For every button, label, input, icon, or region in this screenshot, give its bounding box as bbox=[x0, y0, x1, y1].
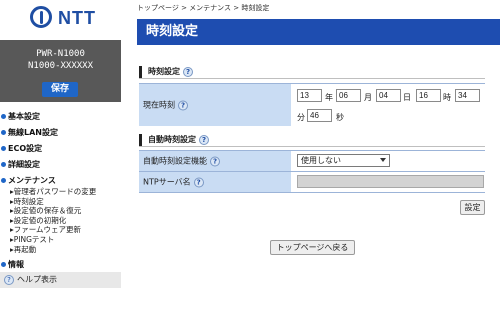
help-label: ヘルプ表示 bbox=[17, 275, 57, 284]
sidebar-item-label: 詳細設定 bbox=[8, 160, 40, 169]
label-cell: NTPサーバ名? bbox=[139, 172, 291, 192]
minute-unit: 分 bbox=[297, 113, 305, 122]
label-cell: 自動時刻設定機能? bbox=[139, 151, 291, 171]
section-label: 時刻設定? bbox=[139, 66, 193, 78]
bullet-icon bbox=[1, 146, 6, 151]
section-title: 時刻設定 bbox=[148, 67, 180, 76]
section-header-auto: 自動時刻設定? bbox=[139, 134, 485, 147]
year-input[interactable]: 13 bbox=[297, 89, 322, 102]
hour-unit: 時 bbox=[443, 93, 451, 102]
section-label: 自動時刻設定? bbox=[139, 134, 209, 146]
sidebar-item-label: 基本設定 bbox=[8, 112, 40, 121]
sidebar-item-info[interactable]: 情報 bbox=[0, 257, 121, 273]
device-model: PWR-N1000 bbox=[36, 49, 85, 59]
sidebar-item-label: メンテナンス bbox=[8, 176, 56, 185]
device-info-panel: PWR-N1000 N1000-XXXXXX 保存 bbox=[0, 40, 121, 102]
sidebar-item-label: ECO設定 bbox=[8, 144, 43, 153]
auto-func-label: 自動時刻設定機能 bbox=[143, 156, 207, 166]
auto-time-select[interactable]: 使用しない bbox=[297, 154, 390, 167]
help-icon[interactable]: ? bbox=[193, 177, 204, 187]
ntt-logo[interactable]: NTT bbox=[0, 0, 121, 40]
field-label: NTPサーバ名? bbox=[143, 177, 204, 188]
second-unit: 秒 bbox=[336, 113, 344, 122]
submenu-item-factory-reset[interactable]: ▸設定値の初期化 bbox=[10, 216, 121, 226]
sidebar-item-label: 無線LAN設定 bbox=[8, 128, 58, 137]
help-icon[interactable]: ? bbox=[178, 100, 188, 110]
value-cell: 使用しない bbox=[291, 151, 485, 171]
sidebar-nav: 基本設定 無線LAN設定 ECO設定 詳細設定 メンテナンス ▸管理者パスワード… bbox=[0, 109, 121, 273]
month-unit: 月 bbox=[364, 93, 372, 102]
current-time-label: 現在時刻 bbox=[143, 100, 175, 110]
save-button[interactable]: 保存 bbox=[42, 82, 78, 97]
current-time-row: 現在時刻? 13 年 06 月 04 日 16 時 34 分 46 秒 bbox=[139, 83, 485, 126]
second-input[interactable]: 46 bbox=[307, 109, 332, 122]
section-title: 自動時刻設定 bbox=[148, 135, 196, 144]
maintenance-submenu: ▸管理者パスワードの変更 ▸時刻設定 ▸設定値の保存＆復元 ▸設定値の初期化 ▸… bbox=[0, 187, 121, 254]
device-serial: N1000-XXXXXX bbox=[27, 61, 94, 71]
main-content: トップページ > メンテナンス > 時刻設定 時刻設定 時刻設定? 現在時刻? … bbox=[137, 0, 500, 325]
auto-time-func-row: 自動時刻設定機能? 使用しない bbox=[139, 150, 485, 171]
value-cell: 13 年 06 月 04 日 16 時 34 分 46 秒 bbox=[291, 84, 485, 126]
help-icon[interactable]: ? bbox=[183, 66, 193, 77]
ntp-server-row: NTPサーバ名? bbox=[139, 171, 485, 193]
bullet-icon bbox=[1, 262, 6, 268]
section-header-time: 時刻設定? bbox=[139, 66, 485, 79]
sidebar: NTT PWR-N1000 N1000-XXXXXX 保存 基本設定 無線LAN… bbox=[0, 0, 121, 325]
ntt-logo-icon bbox=[30, 6, 52, 28]
label-cell: 現在時刻? bbox=[139, 84, 291, 126]
year-unit: 年 bbox=[325, 93, 333, 102]
minute-input[interactable]: 34 bbox=[455, 89, 480, 102]
chevron-down-icon bbox=[380, 158, 386, 162]
sidebar-item-maintenance[interactable]: メンテナンス bbox=[0, 173, 121, 189]
selected-option: 使用しない bbox=[301, 156, 341, 165]
back-to-top-button[interactable]: トップページへ戻る bbox=[270, 240, 355, 255]
field-label: 自動時刻設定機能? bbox=[143, 156, 220, 167]
month-input[interactable]: 06 bbox=[336, 89, 361, 102]
ntp-server-input[interactable] bbox=[297, 175, 484, 188]
help-icon[interactable]: ? bbox=[210, 156, 220, 166]
bullet-icon bbox=[1, 162, 6, 167]
sidebar-item-eco[interactable]: ECO設定 bbox=[0, 141, 121, 157]
submenu-item-ping-test[interactable]: ▸PINGテスト bbox=[10, 235, 121, 245]
sidebar-item-wlan[interactable]: 無線LAN設定 bbox=[0, 125, 121, 141]
submenu-item-reboot[interactable]: ▸再起動 bbox=[10, 245, 121, 255]
submenu-item-firmware-update[interactable]: ▸ファームウェア更新 bbox=[10, 225, 121, 235]
value-cell bbox=[291, 172, 485, 192]
sidebar-item-advanced[interactable]: 詳細設定 bbox=[0, 157, 121, 173]
help-icon[interactable]: ? bbox=[199, 134, 209, 145]
submenu-item-backup-restore[interactable]: ▸設定値の保存＆復元 bbox=[10, 206, 121, 216]
hour-input[interactable]: 16 bbox=[416, 89, 441, 102]
day-unit: 日 bbox=[403, 93, 411, 102]
bullet-icon bbox=[1, 114, 6, 119]
bullet-icon bbox=[1, 178, 6, 183]
page-title: 時刻設定 bbox=[146, 24, 199, 39]
sidebar-item-basic[interactable]: 基本設定 bbox=[0, 109, 121, 125]
help-toggle[interactable]: ? ヘルプ表示 bbox=[0, 272, 121, 288]
ntp-label: NTPサーバ名 bbox=[143, 177, 191, 187]
title-bar: 時刻設定 bbox=[137, 19, 500, 45]
set-button[interactable]: 設定 bbox=[460, 200, 485, 215]
logo-text: NTT bbox=[58, 8, 96, 28]
sidebar-item-label: 情報 bbox=[8, 260, 24, 270]
submenu-item-time-settings[interactable]: ▸時刻設定 bbox=[10, 197, 121, 207]
help-icon: ? bbox=[4, 275, 14, 285]
bullet-icon bbox=[1, 130, 6, 135]
breadcrumb: トップページ > メンテナンス > 時刻設定 bbox=[137, 4, 270, 12]
day-input[interactable]: 04 bbox=[376, 89, 401, 102]
field-label: 現在時刻? bbox=[143, 100, 188, 111]
